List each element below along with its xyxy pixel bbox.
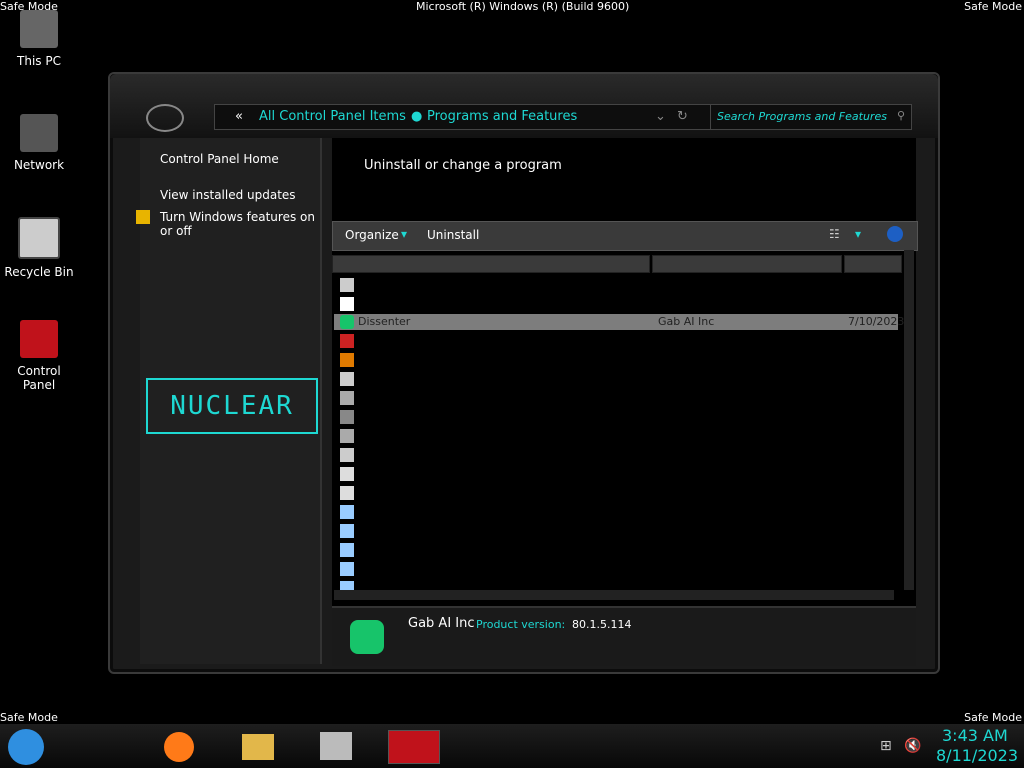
program-icon[interactable] [340, 391, 354, 405]
breadcrumb-all-control-panel-items[interactable]: All Control Panel Items [259, 109, 406, 124]
volume-muted-icon[interactable]: 🔇 [904, 738, 921, 754]
horizontal-scrollbar[interactable] [334, 590, 894, 600]
view-dropdown-icon[interactable]: ▾ [855, 227, 861, 241]
control-panel-home-link[interactable]: Control Panel Home [160, 152, 279, 166]
up-icon[interactable]: « [235, 109, 243, 124]
safe-mode-label-bottom-left: Safe Mode [0, 711, 58, 724]
nuclear-logo: NUCLEAR [146, 378, 318, 434]
column-header-name[interactable] [332, 255, 650, 273]
chevron-down-icon[interactable]: ⌄ [655, 109, 666, 124]
desktop-icon-label: Network [13, 158, 65, 172]
desktop-icon-recycle-bin[interactable]: Recycle Bin [0, 217, 78, 279]
network-tray-icon[interactable]: ⊞ [880, 738, 892, 754]
desktop-icon-label: Control Panel [17, 364, 61, 392]
this-pc-icon [20, 10, 58, 48]
search-icon: ⚲ [896, 109, 905, 122]
details-publisher: Gab AI Inc [408, 616, 475, 631]
desktop-icon-this-pc[interactable]: This PC [0, 10, 78, 68]
breadcrumb-programs-and-features[interactable]: Programs and Features [427, 109, 577, 124]
dissenter-large-icon [350, 620, 384, 654]
safe-mode-label-bottom-right: Safe Mode [964, 711, 1022, 724]
search-placeholder: Search Programs and Features [717, 110, 887, 123]
details-product-version: 80.1.5.114 [572, 618, 632, 631]
back-forward-icon[interactable] [146, 104, 184, 132]
control-panel-taskbar-icon[interactable] [388, 730, 440, 764]
organize-dropdown-icon[interactable]: ▾ [401, 227, 407, 241]
control-panel-icon [20, 320, 58, 358]
programs-and-features-window: « All Control Panel Items ● Programs and… [108, 72, 940, 674]
taskbar: ⊞ 🔇 3:43 AM 8/11/2023 [0, 724, 1024, 768]
program-icon[interactable] [340, 448, 354, 462]
window-topbar: « All Control Panel Items ● Programs and… [110, 74, 938, 138]
windows-features-link[interactable]: Turn Windows features on or off [160, 210, 316, 238]
program-icon[interactable] [340, 410, 354, 424]
column-header-installed-on[interactable] [844, 255, 902, 273]
recycle-bin-icon [18, 217, 60, 259]
view-icon[interactable]: ☷ [829, 227, 840, 241]
dissenter-icon [340, 315, 354, 329]
desktop-icon-label: This PC [17, 54, 61, 68]
refresh-icon[interactable]: ↻ [677, 109, 688, 124]
file-explorer-icon[interactable] [242, 734, 274, 760]
page-heading: Uninstall or change a program [364, 158, 562, 173]
program-icon[interactable] [340, 334, 354, 348]
shield-icon [136, 210, 150, 224]
view-installed-updates-link[interactable]: View installed updates [160, 188, 296, 202]
row-name: Dissenter [358, 315, 411, 328]
program-icon[interactable] [340, 278, 354, 292]
desktop-title: Microsoft (R) Windows (R) (Build 9600) [416, 0, 630, 13]
desktop-icon-control-panel[interactable]: Control Panel [0, 320, 78, 392]
column-header-publisher[interactable] [652, 255, 842, 273]
desktop-icon-network[interactable]: Network [0, 114, 78, 172]
search-input[interactable]: Search Programs and Features ⚲ [710, 104, 912, 130]
start-button[interactable] [8, 729, 44, 765]
7zip-icon[interactable] [340, 297, 354, 311]
program-icon[interactable] [340, 486, 354, 500]
network-icon [20, 114, 58, 152]
row-installed-on: 7/10/2023 [848, 315, 905, 328]
program-icon[interactable] [340, 353, 354, 367]
main-content: Uninstall or change a program Organize ▾… [332, 138, 918, 666]
row-publisher: Gab AI Inc [658, 315, 715, 328]
details-pane: Gab AI Inc Product version: 80.1.5.114 [332, 606, 916, 666]
left-panel: Control Panel Home View installed update… [136, 138, 322, 664]
system-monitor-icon[interactable] [320, 732, 352, 760]
program-icon[interactable] [340, 562, 354, 576]
organize-button[interactable]: Organize [345, 228, 399, 242]
clock-time[interactable]: 3:43 AM [942, 726, 1008, 745]
program-icon[interactable] [340, 505, 354, 519]
help-icon[interactable] [887, 226, 903, 242]
program-icon[interactable] [340, 524, 354, 538]
uninstall-button[interactable]: Uninstall [427, 228, 479, 242]
desktop-icon-label: Recycle Bin [4, 265, 74, 279]
details-product-version-label: Product version: [476, 618, 566, 631]
safe-mode-label-top-right: Safe Mode [964, 0, 1022, 13]
table-row-selected[interactable]: Dissenter Gab AI Inc 7/10/2023 [334, 314, 904, 330]
toolbar: Organize ▾ Uninstall ☷ ▾ [332, 221, 918, 251]
program-icon[interactable] [340, 467, 354, 481]
breadcrumb-separator-icon: ● [411, 109, 423, 124]
program-icon[interactable] [340, 429, 354, 443]
clock-date[interactable]: 8/11/2023 [936, 746, 1018, 765]
firefox-icon[interactable] [164, 732, 194, 762]
vertical-scrollbar[interactable] [904, 250, 914, 590]
program-icon[interactable] [340, 543, 354, 557]
program-icon[interactable] [340, 372, 354, 386]
